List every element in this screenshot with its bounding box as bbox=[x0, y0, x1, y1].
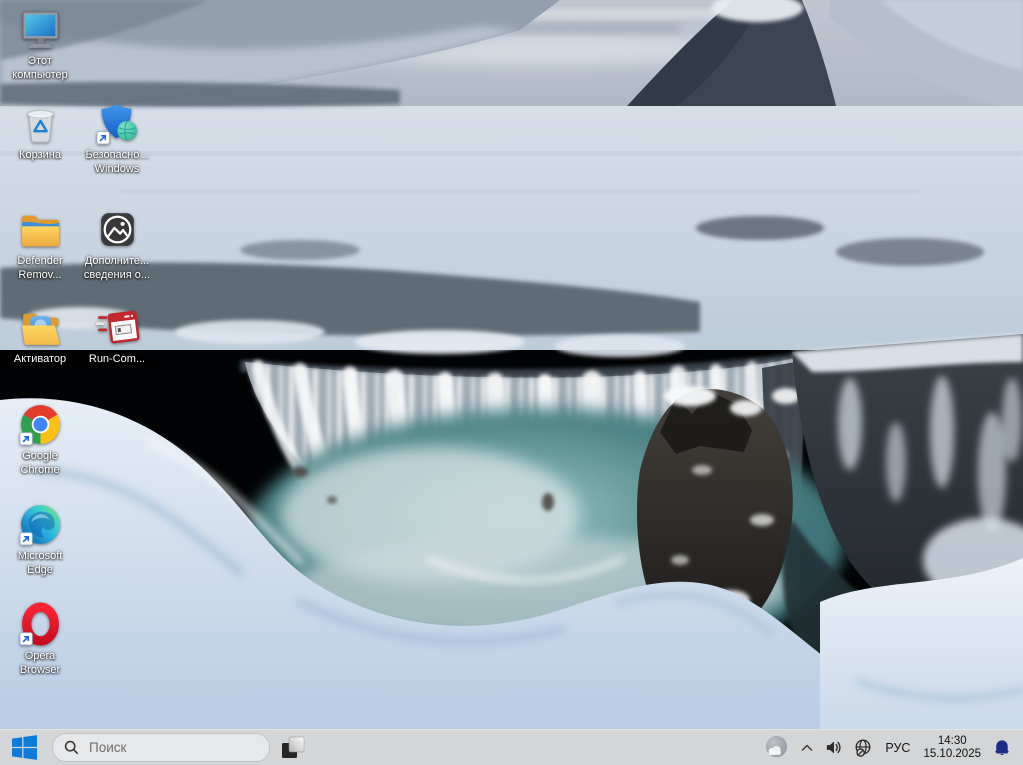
opera-icon bbox=[18, 602, 63, 647]
notification-bell-icon bbox=[992, 738, 1012, 758]
icon-label: Run-Com... bbox=[89, 353, 145, 367]
chrome-icon bbox=[18, 402, 63, 447]
run-command-icon bbox=[95, 305, 140, 350]
start-button[interactable] bbox=[4, 730, 44, 765]
icon-label: GoogleChrome bbox=[20, 450, 59, 477]
icon-label: DefenderRemov... bbox=[17, 255, 62, 282]
icon-label: Активатор bbox=[14, 353, 66, 367]
desktop-icon-opera-browser[interactable]: OperaBrowser bbox=[1, 602, 79, 677]
search-box[interactable] bbox=[52, 733, 270, 762]
this-pc-icon bbox=[18, 7, 63, 52]
desktop-icon-google-chrome[interactable]: GoogleChrome bbox=[1, 402, 79, 477]
network-button[interactable] bbox=[848, 730, 878, 765]
icon-label: MicrosoftEdge bbox=[18, 550, 63, 577]
time-label: 14:30 bbox=[938, 735, 967, 748]
speaker-icon bbox=[824, 738, 843, 757]
recycle-bin-icon bbox=[18, 101, 63, 146]
notifications-button[interactable] bbox=[987, 730, 1017, 765]
date-label: 15.10.2025 bbox=[923, 748, 981, 761]
search-icon bbox=[64, 740, 79, 755]
folder-icon bbox=[18, 207, 63, 252]
desktop-icon-run-com[interactable]: Run-Com... bbox=[78, 305, 156, 367]
icon-label: Безопасно...Windows bbox=[85, 149, 148, 176]
desktop: Этоткомпьютер Корзина bbox=[0, 0, 1023, 765]
desktop-icon-additional-info[interactable]: Дополните...сведения о... bbox=[78, 207, 156, 282]
desktop-icon-defender-remover[interactable]: DefenderRemov... bbox=[1, 207, 79, 282]
globe-no-internet-icon bbox=[853, 738, 873, 758]
chevron-up-icon bbox=[800, 741, 814, 755]
edge-icon bbox=[18, 502, 63, 547]
desktop-icon-recycle-bin[interactable]: Корзина bbox=[1, 101, 79, 163]
volume-button[interactable] bbox=[819, 730, 848, 765]
desktop-icon-microsoft-edge[interactable]: MicrosoftEdge bbox=[1, 502, 79, 577]
desktop-icon-this-pc[interactable]: Этоткомпьютер bbox=[1, 7, 79, 82]
language-label: РУС bbox=[885, 741, 910, 755]
desktop-icon-activator[interactable]: Активатор bbox=[1, 305, 79, 367]
shortcut-arrow-badge bbox=[20, 633, 32, 645]
shortcut-arrow-badge bbox=[20, 533, 32, 545]
windows-security-icon bbox=[95, 101, 140, 146]
system-tray: РУС 14:30 15.10.2025 bbox=[758, 730, 1023, 765]
cloudy-weather-icon bbox=[763, 734, 790, 761]
windows-logo-icon bbox=[12, 735, 37, 760]
language-indicator[interactable]: РУС bbox=[878, 730, 917, 765]
activator-folder-icon bbox=[18, 305, 63, 350]
desktop-icon-windows-security[interactable]: Безопасно...Windows bbox=[78, 101, 156, 176]
show-hidden-icons-button[interactable] bbox=[795, 730, 819, 765]
photo-info-icon bbox=[95, 207, 140, 252]
task-view-button[interactable] bbox=[274, 730, 312, 765]
icon-label: Дополните...сведения о... bbox=[84, 255, 150, 282]
shortcut-arrow-badge bbox=[97, 132, 109, 144]
search-input[interactable] bbox=[87, 739, 269, 756]
icon-label: Корзина bbox=[19, 149, 61, 163]
icon-label: OperaBrowser bbox=[20, 650, 60, 677]
task-view-icon bbox=[281, 736, 305, 760]
taskbar: РУС 14:30 15.10.2025 bbox=[0, 729, 1023, 765]
clock[interactable]: 14:30 15.10.2025 bbox=[917, 735, 987, 761]
weather-widget[interactable] bbox=[758, 730, 795, 765]
shortcut-arrow-badge bbox=[20, 433, 32, 445]
icon-label: Этоткомпьютер bbox=[12, 55, 67, 82]
